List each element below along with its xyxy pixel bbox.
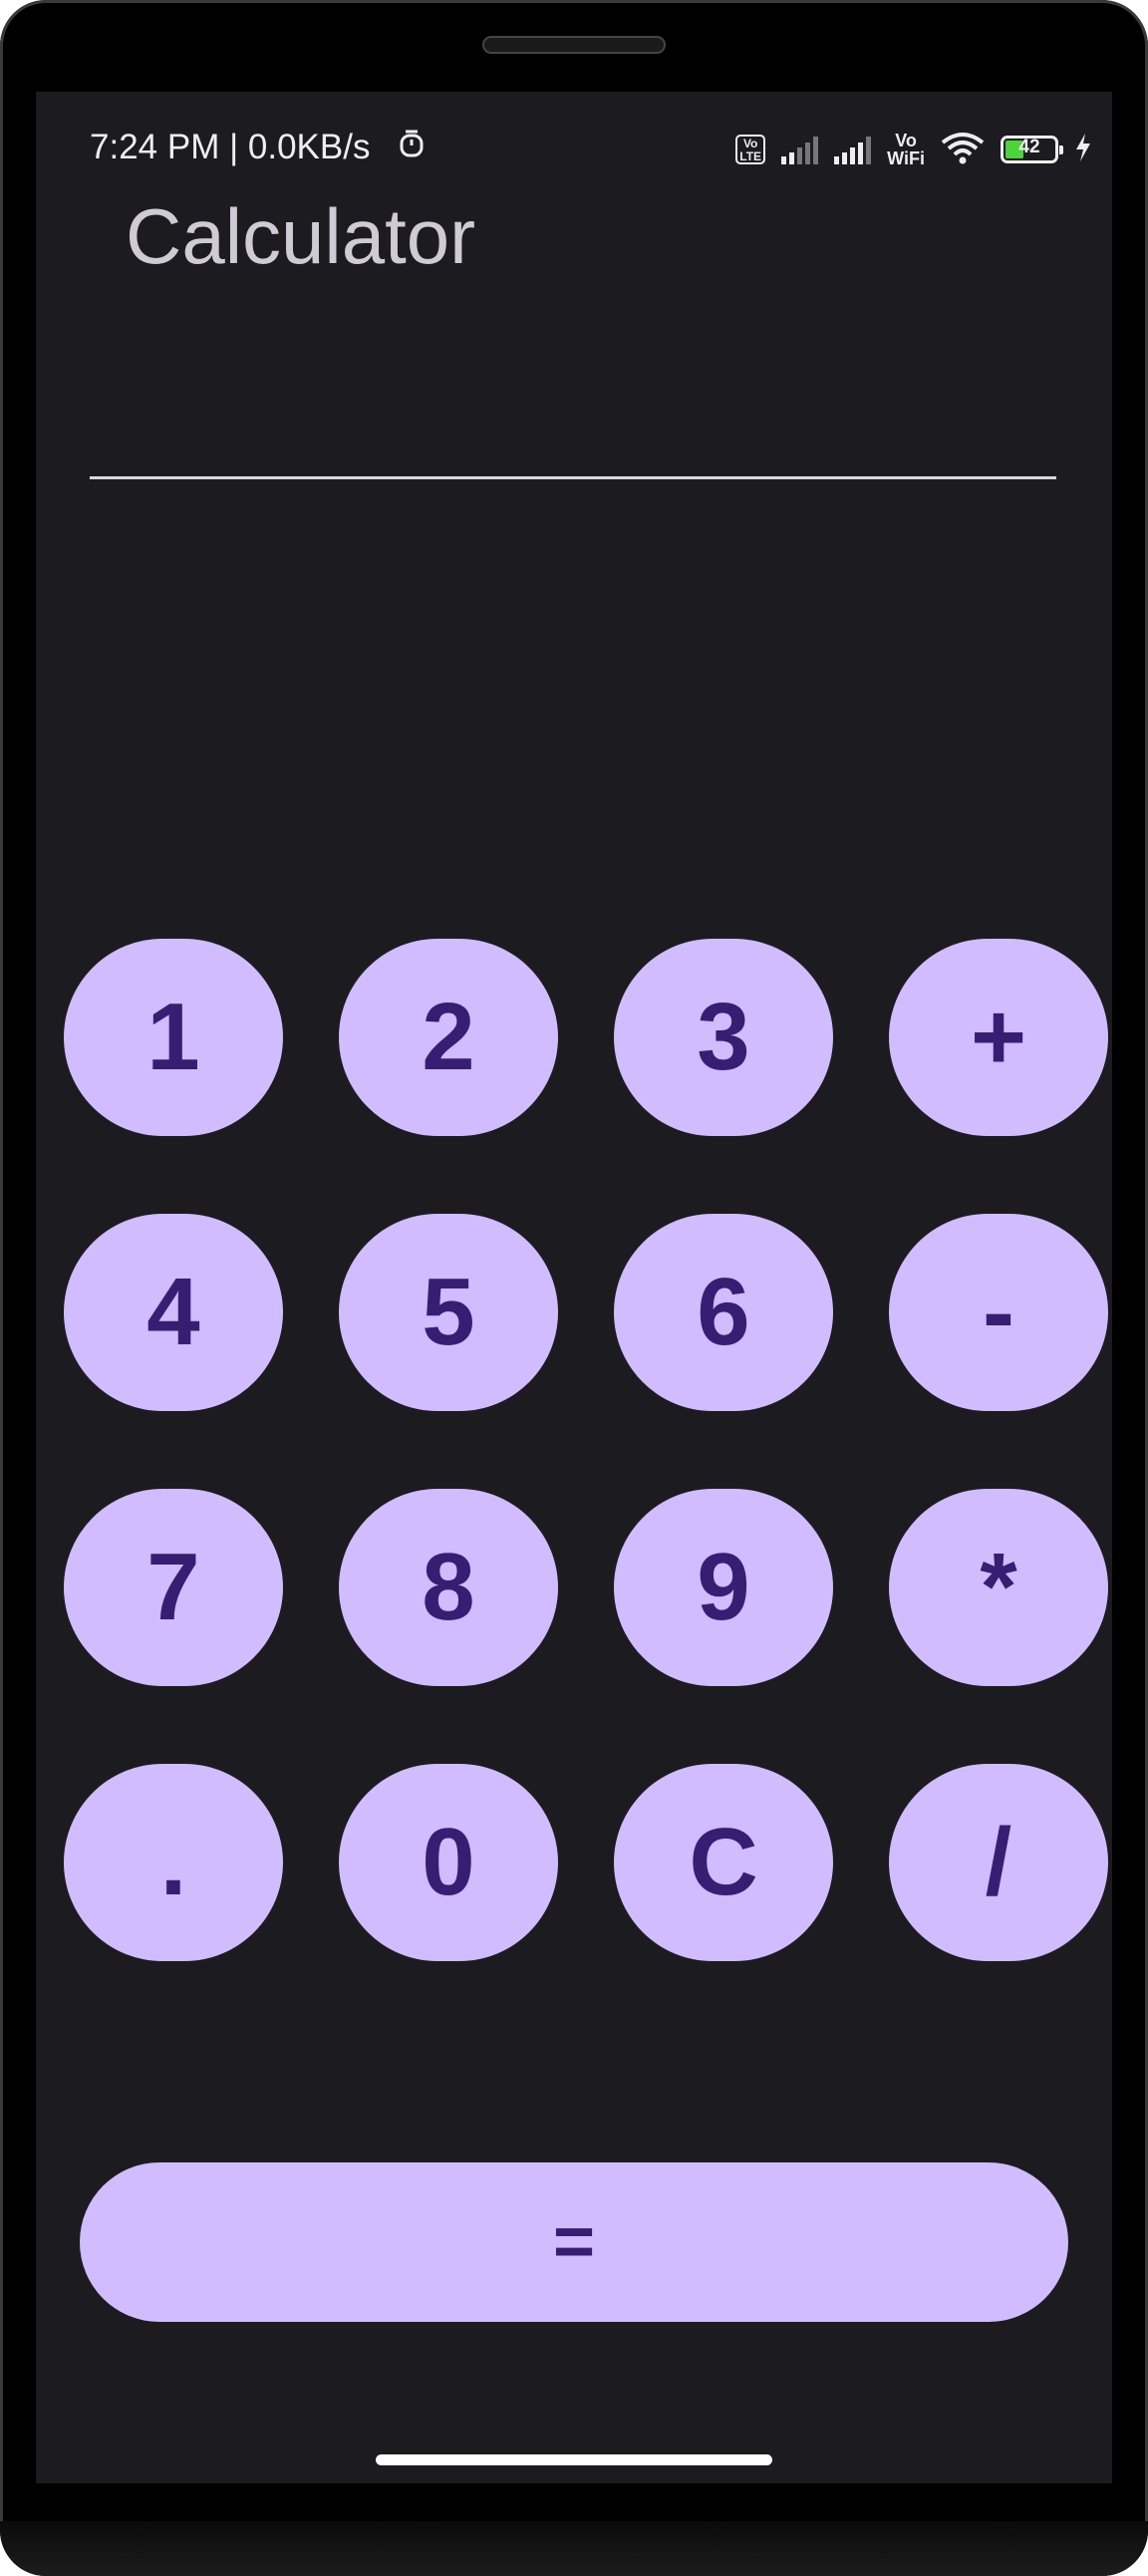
key-2[interactable]: 2 bbox=[339, 939, 558, 1136]
status-time: 7:24 PM | 0.0KB/s bbox=[90, 128, 371, 166]
phone-frame: 7:24 PM | 0.0KB/s Vo LTE Vo WiFi 42 Calc… bbox=[0, 0, 1148, 2576]
calculator-display bbox=[90, 381, 1056, 460]
key-divide[interactable]: / bbox=[889, 1764, 1108, 1961]
key-multiply[interactable]: * bbox=[889, 1489, 1108, 1686]
key-5[interactable]: 5 bbox=[339, 1214, 558, 1411]
battery-level: 42 bbox=[1018, 137, 1040, 157]
signal-icon bbox=[834, 135, 872, 164]
wifi-icon bbox=[941, 131, 985, 169]
key-9[interactable]: 9 bbox=[614, 1489, 833, 1686]
key-subtract[interactable]: - bbox=[889, 1214, 1108, 1411]
key-7[interactable]: 7 bbox=[64, 1489, 283, 1686]
charging-bolt-icon bbox=[1074, 133, 1092, 167]
key-clear[interactable]: C bbox=[614, 1764, 833, 1961]
equals-button[interactable]: = bbox=[80, 2162, 1068, 2322]
volte-icon: Vo LTE bbox=[735, 135, 766, 164]
key-4[interactable]: 4 bbox=[64, 1214, 283, 1411]
home-indicator[interactable] bbox=[376, 2454, 772, 2465]
status-icons: Vo LTE Vo WiFi 42 bbox=[735, 130, 1092, 169]
earpiece-speaker bbox=[482, 36, 666, 54]
key-decimal[interactable]: . bbox=[64, 1764, 283, 1961]
phone-bottom-bezel bbox=[0, 2521, 1148, 2576]
app-title: Calculator bbox=[126, 192, 476, 280]
key-3[interactable]: 3 bbox=[614, 939, 833, 1136]
key-8[interactable]: 8 bbox=[339, 1489, 558, 1686]
screen: 7:24 PM | 0.0KB/s Vo LTE Vo WiFi 42 Calc… bbox=[36, 92, 1112, 2483]
key-add[interactable]: + bbox=[889, 939, 1108, 1136]
alarm-icon bbox=[399, 128, 425, 167]
signal-icon bbox=[781, 135, 819, 164]
key-1[interactable]: 1 bbox=[64, 939, 283, 1136]
battery-icon: 42 bbox=[1001, 136, 1063, 163]
key-6[interactable]: 6 bbox=[614, 1214, 833, 1411]
key-0[interactable]: 0 bbox=[339, 1764, 558, 1961]
vowifi-icon: Vo WiFi bbox=[887, 131, 925, 168]
display-underline bbox=[90, 476, 1056, 479]
